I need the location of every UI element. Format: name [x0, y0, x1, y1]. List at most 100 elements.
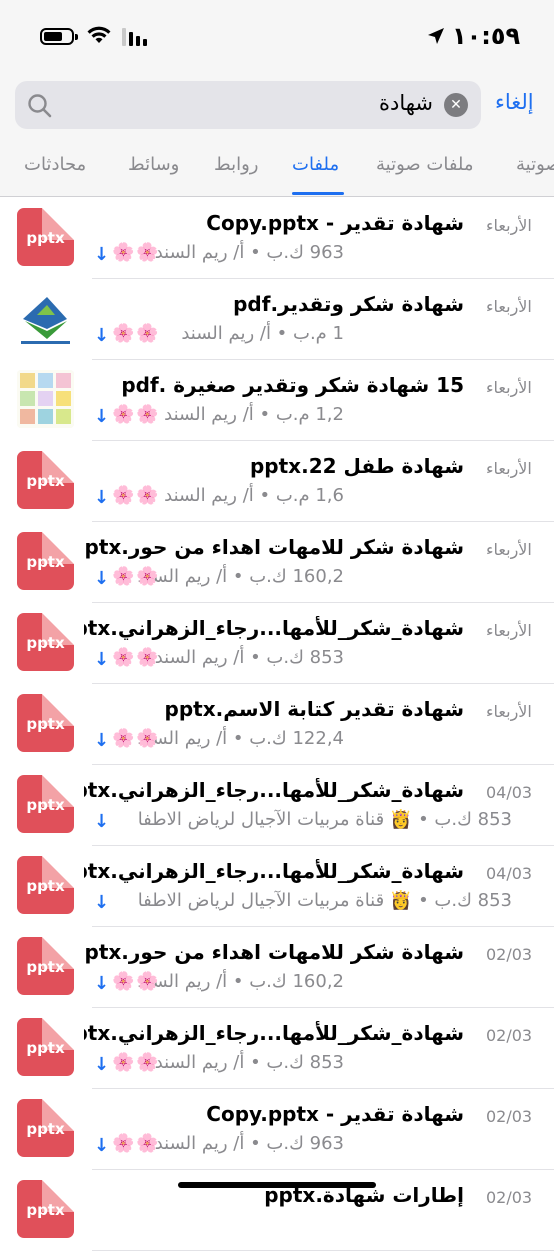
- header-area: ١٠:٥٩ شهادة ✕ إلغاء محادثات وسائط روابط …: [0, 0, 554, 197]
- download-arrow-icon[interactable]: ↓: [94, 649, 109, 670]
- tab-files[interactable]: ملفات: [292, 154, 339, 175]
- download-arrow-icon[interactable]: ↓: [94, 973, 109, 994]
- pptx-file-icon: pptx: [17, 694, 74, 752]
- file-meta: 1,2 م.ب • أ/ ريم السند: [164, 404, 344, 425]
- search-bar[interactable]: شهادة ✕: [15, 81, 481, 129]
- file-date: الأربعاء: [486, 621, 532, 640]
- file-date: الأربعاء: [486, 378, 532, 397]
- sender-emoji: 🌸🌸: [112, 1052, 161, 1073]
- wifi-icon: [87, 26, 111, 43]
- location-arrow-icon: [428, 28, 444, 44]
- home-indicator[interactable]: [178, 1182, 376, 1188]
- file-name: شهادة تقدير كتابة الاسم.pptx: [164, 697, 464, 721]
- file-meta: 853 ك.ب • 👸 قناة مربيات الآجيال لرياض ال…: [137, 809, 512, 830]
- file-date: الأربعاء: [486, 540, 532, 559]
- file-name: شهادة شكر للامهات اهداء من حور.pptx: [84, 535, 464, 559]
- tab-links[interactable]: روابط: [214, 154, 258, 175]
- file-date: الأربعاء: [486, 702, 532, 721]
- pptx-file-icon: pptx: [17, 613, 74, 671]
- download-arrow-icon[interactable]: ↓: [94, 406, 109, 427]
- tab-audio-files[interactable]: ملفات صوتية: [376, 154, 474, 175]
- file-date: 02/03: [486, 1107, 533, 1126]
- download-arrow-icon[interactable]: ↓: [94, 325, 109, 346]
- clear-search-icon[interactable]: ✕: [444, 93, 468, 117]
- file-row[interactable]: pptx شهادة شكر للامهات اهداء من حور.pptx…: [0, 522, 554, 603]
- file-row[interactable]: pptx شهادة طفل 22.pptx الأربعاء 1,6 م.ب …: [0, 441, 554, 522]
- download-arrow-icon[interactable]: ↓: [94, 1135, 109, 1156]
- sender-emoji: 🌸🌸: [112, 971, 161, 992]
- download-arrow-icon[interactable]: ↓: [94, 568, 109, 589]
- active-tab-indicator: [292, 192, 344, 195]
- pptx-file-icon: pptx: [17, 208, 74, 266]
- sender-emoji: 🌸🌸: [112, 404, 161, 425]
- file-meta: 1 م.ب • أ/ ريم السند: [181, 323, 344, 344]
- file-meta: 160,2 ك.ب • أ/ ريم السند: [137, 566, 344, 587]
- download-arrow-icon[interactable]: ↓: [94, 244, 109, 265]
- tab-media[interactable]: وسائط: [128, 154, 179, 175]
- file-meta: 1,6 م.ب • أ/ ريم السند: [164, 485, 344, 506]
- cancel-button[interactable]: إلغاء: [495, 90, 534, 114]
- status-bar: ١٠:٥٩: [0, 0, 554, 70]
- download-arrow-icon[interactable]: ↓: [94, 1054, 109, 1075]
- file-name: شهادة_شكر_للأمها...رجاء_الزهراني.pptx: [84, 859, 464, 883]
- file-name: شهادة طفل 22.pptx: [249, 454, 464, 478]
- file-date: الأربعاء: [486, 216, 532, 235]
- file-row[interactable]: pptx شهادة_شكر_للأمها...رجاء_الزهراني.pp…: [0, 765, 554, 846]
- file-name: شهادة تقدير - Copy.pptx: [206, 211, 464, 235]
- file-meta: 963 ك.ب • أ/ ريم السند: [154, 1133, 344, 1154]
- file-row[interactable]: pptx شهادة تقدير - Copy.pptx 02/03 963 ك…: [0, 1089, 554, 1170]
- sender-emoji: 🌸🌸: [112, 566, 161, 587]
- sender-emoji: 🌸🌸: [112, 647, 161, 668]
- file-name: شهادة_شكر_للأمها...رجاء_الزهراني.pptx: [84, 616, 464, 640]
- file-meta: 853 ك.ب • أ/ ريم السند: [154, 647, 344, 668]
- pptx-file-icon: pptx: [17, 1099, 74, 1157]
- tab-chats[interactable]: محادثات: [24, 154, 86, 175]
- file-row[interactable]: pptx شهادة_شكر_للأمها...رجاء_الزهراني.pp…: [0, 846, 554, 927]
- file-date: 04/03: [486, 783, 533, 802]
- download-arrow-icon[interactable]: ↓: [94, 730, 109, 751]
- sender-emoji: 🌸🌸: [112, 1133, 161, 1154]
- pdf-thumbnail-icon: [17, 289, 74, 347]
- download-arrow-icon[interactable]: ↓: [94, 892, 109, 913]
- file-date: 02/03: [486, 1026, 533, 1045]
- file-row[interactable]: pptx شهادة تقدير - Copy.pptx الأربعاء 96…: [0, 198, 554, 279]
- file-row[interactable]: شهادة شكر وتقدير.pdf الأربعاء 1 م.ب • أ/…: [0, 279, 554, 360]
- file-name: شهادة_شكر_للأمها...رجاء_الزهراني.pptx: [84, 1021, 464, 1045]
- pptx-file-icon: pptx: [17, 451, 74, 509]
- battery-icon: [40, 28, 78, 45]
- clock: ١٠:٥٩: [452, 22, 521, 50]
- file-date: الأربعاء: [486, 459, 532, 478]
- sender-emoji: 🌸🌸: [112, 485, 161, 506]
- file-meta: 853 ك.ب • 👸 قناة مربيات الآجيال لرياض ال…: [137, 890, 512, 911]
- pptx-file-icon: pptx: [17, 775, 74, 833]
- file-date: الأربعاء: [486, 297, 532, 316]
- sender-emoji: 🌸🌸: [112, 323, 161, 344]
- download-arrow-icon[interactable]: ↓: [94, 487, 109, 508]
- file-name: 15 شهادة شكر وتقدير صغيرة .pdf: [121, 373, 464, 397]
- pdf-thumbnail-icon: [17, 370, 74, 428]
- tab-voice[interactable]: صوتية: [516, 154, 554, 175]
- file-row[interactable]: pptx شهادة_شكر_للأمها...رجاء_الزهراني.pp…: [0, 1008, 554, 1089]
- sender-emoji: 🌸🌸: [112, 728, 161, 749]
- sender-emoji: 🌸🌸: [112, 242, 161, 263]
- search-input[interactable]: شهادة: [379, 91, 433, 115]
- pptx-file-icon: pptx: [17, 532, 74, 590]
- file-name: شهادة شكر للامهات اهداء من حور.pptx: [84, 940, 464, 964]
- file-meta: 122,4 ك.ب • أ/ ريم السند: [137, 728, 344, 749]
- file-row[interactable]: pptx شهادة شكر للامهات اهداء من حور.pptx…: [0, 927, 554, 1008]
- file-date: 04/03: [486, 864, 533, 883]
- file-row[interactable]: pptx شهادة_شكر_للأمها...رجاء_الزهراني.pp…: [0, 603, 554, 684]
- file-name: شهادة_شكر_للأمها...رجاء_الزهراني.pptx: [84, 778, 464, 802]
- file-name: شهادة تقدير - Copy.pptx: [206, 1102, 464, 1126]
- download-arrow-icon[interactable]: ↓: [94, 811, 109, 832]
- file-row[interactable]: pptx شهادة تقدير كتابة الاسم.pptx الأربع…: [0, 684, 554, 765]
- file-row[interactable]: 15 شهادة شكر وتقدير صغيرة .pdf الأربعاء …: [0, 360, 554, 441]
- pptx-file-icon: pptx: [17, 856, 74, 914]
- search-icon: [28, 94, 52, 118]
- file-name: شهادة شكر وتقدير.pdf: [233, 292, 464, 316]
- file-date: 02/03: [486, 945, 533, 964]
- file-meta: 160,2 ك.ب • أ/ ريم السند: [137, 971, 344, 992]
- file-list: pptx شهادة تقدير - Copy.pptx الأربعاء 96…: [0, 198, 554, 1251]
- filter-tabs: محادثات وسائط روابط ملفات ملفات صوتية صو…: [0, 146, 554, 196]
- cellular-signal-icon: [122, 28, 147, 46]
